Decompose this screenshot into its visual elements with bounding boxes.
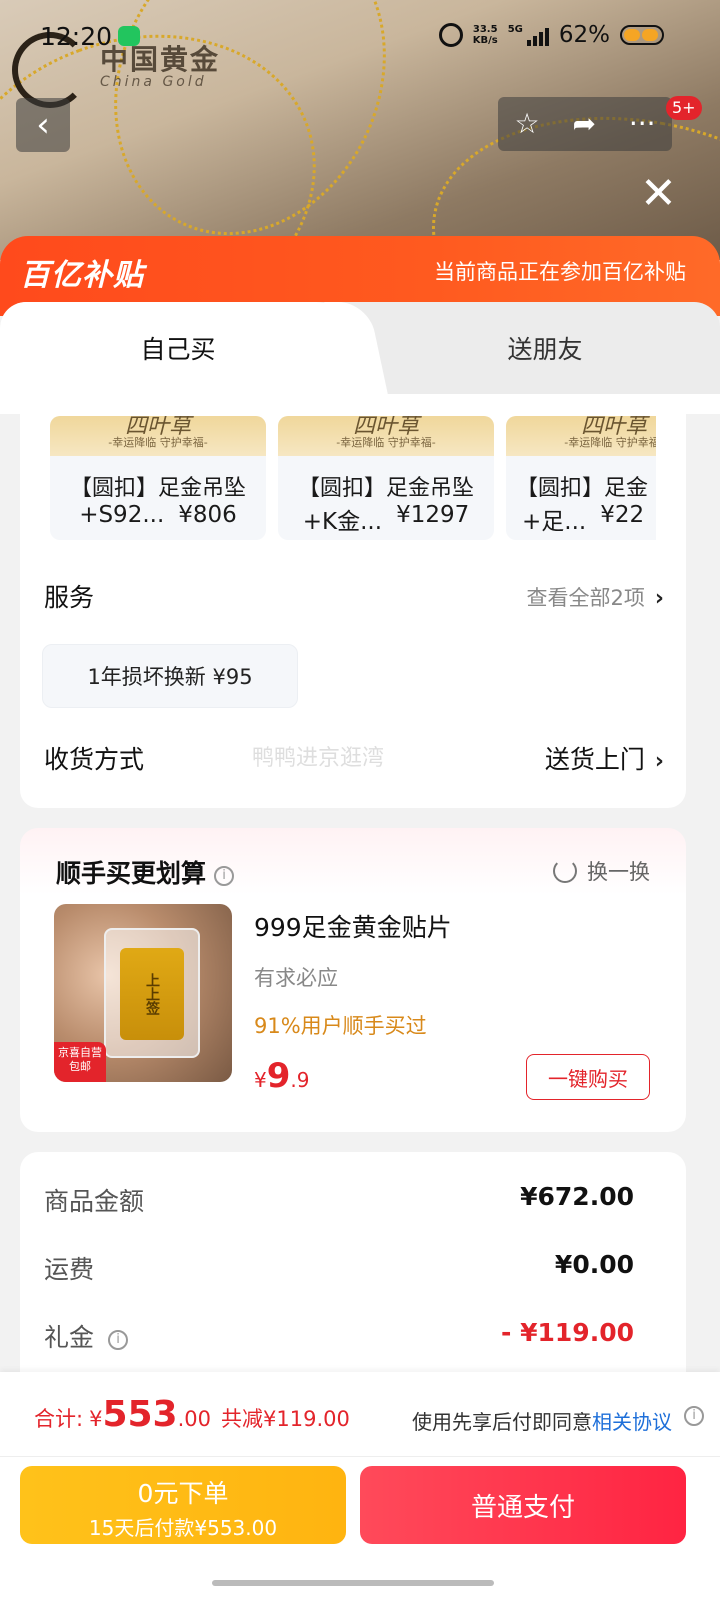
variant-desc: +K金... <box>302 509 383 535</box>
variant-list: 四叶草 -幸运降临 守护幸福- 【圆扣】足金吊坠 +S92... ¥806 四叶草… <box>50 416 656 540</box>
info-icon[interactable]: i <box>108 1330 129 1350</box>
shipping-label: 运费 <box>44 1255 95 1284</box>
agreement-text: 使用先享后付即同意相关协议 <box>412 1410 672 1434</box>
variant-price: ¥1297 <box>396 502 470 528</box>
service-option-chip[interactable]: 1年损坏换新 ¥95 <box>42 644 298 708</box>
service-view-all[interactable]: 查看全部2项 › <box>527 582 664 612</box>
variant-price: ¥22 <box>600 502 645 528</box>
gift-money-value: - ¥119.00 <box>501 1318 634 1347</box>
normal-pay-button[interactable]: 普通支付 <box>360 1466 686 1544</box>
purchase-tabs: 自己买 送朋友 <box>0 302 720 394</box>
back-button[interactable]: ‹ <box>16 98 70 152</box>
checkout-bar: 合计: ¥ 553 .00 共减¥119.00 使用先享后付即同意相关协议 i … <box>0 1372 720 1600</box>
self-operated-tag: 京喜自营 包邮 <box>54 1042 106 1082</box>
addon-title: 顺手买更划算 i <box>56 854 235 890</box>
subsidy-logo: 百亿补贴 <box>20 258 144 293</box>
refresh-icon <box>553 859 577 883</box>
gift-money-row: 礼金 i - ¥119.00 <box>44 1318 634 1358</box>
delivery-title: 收货方式 <box>44 745 145 774</box>
star-icon[interactable]: ☆ <box>514 110 539 138</box>
price-summary-card: 商品金额 ¥672.00 运费 ¥0.00 礼金 i - ¥119.00 <box>20 1152 686 1382</box>
brand-name-en: China Gold <box>100 74 207 90</box>
goods-amount-label: 商品金额 <box>44 1187 145 1216</box>
status-bar: 12:20 33.5 KB/s 5G 62% <box>0 18 720 58</box>
addon-product-name[interactable]: 999足金黄金贴片 <box>254 908 452 944</box>
one-click-buy-button[interactable]: 一键购买 <box>526 1054 650 1100</box>
goods-amount-row: 商品金额 ¥672.00 <box>44 1182 634 1222</box>
divider <box>0 1456 720 1457</box>
chevron-right-icon: › <box>654 749 664 774</box>
close-icon[interactable]: ✕ <box>640 172 677 216</box>
variant-price: ¥806 <box>178 502 237 528</box>
addon-recommend-card: 顺手买更划算 i 换一换 上上签 京喜自营 包邮 999足金黄金贴片 有求必应 9… <box>20 828 686 1132</box>
info-icon[interactable]: i <box>684 1406 704 1426</box>
swap-button[interactable]: 换一换 <box>553 856 650 886</box>
variant-thumbnail: 四叶草 -幸运降临 守护幸福- <box>278 416 494 456</box>
total-discount: 共减¥119.00 <box>221 1407 350 1431</box>
delivery-row[interactable]: 收货方式 送货上门 › <box>44 740 664 780</box>
variant-item[interactable]: 四叶草 -幸运降临 守护幸福- 【圆扣】足金 +足... ¥22 <box>506 416 656 540</box>
subsidy-text: 当前商品正在参加百亿补贴 <box>434 260 686 284</box>
battery-percent: 62% <box>558 22 610 48</box>
shipping-row: 运费 ¥0.00 <box>44 1250 634 1290</box>
message-badge: 5+ <box>666 96 702 120</box>
share-icon[interactable]: ➦ <box>572 110 595 138</box>
variant-name: 【圆扣】足金吊坠 <box>69 476 246 501</box>
variant-thumbnail: 四叶草 -幸运降临 守护幸福- <box>506 416 656 456</box>
delivery-method: 送货上门 › <box>544 745 664 774</box>
variant-item[interactable]: 四叶草 -幸运降临 守护幸福- 【圆扣】足金吊坠 +S92... ¥806 <box>50 416 266 540</box>
tab-gift-friend[interactable]: 送朋友 <box>370 302 720 394</box>
info-icon[interactable]: i <box>214 866 235 886</box>
order-options-card: 四叶草 -幸运降临 守护幸福- 【圆扣】足金吊坠 +S92... ¥806 四叶草… <box>20 394 686 808</box>
top-action-group: ☆ ➦ ··· <box>498 97 672 151</box>
signal-icon: 5G <box>508 24 549 46</box>
addon-price: ¥9.9 <box>254 1056 310 1096</box>
shipping-value: ¥0.00 <box>554 1250 634 1279</box>
order-total: 合计: ¥ 553 .00 共减¥119.00 <box>34 1394 350 1435</box>
variant-desc: +S92... <box>79 502 165 528</box>
variant-name: 【圆扣】足金吊坠 <box>297 476 474 501</box>
service-row[interactable]: 服务 查看全部2项 › <box>44 578 664 618</box>
variant-name: 【圆扣】足金 <box>516 476 649 501</box>
gift-money-label: 礼金 i <box>44 1318 129 1354</box>
service-title: 服务 <box>44 583 95 612</box>
gold-plate: 上上签 <box>120 948 184 1040</box>
more-icon[interactable]: ··· <box>629 110 656 138</box>
agreement-link[interactable]: 相关协议 <box>592 1410 672 1434</box>
battery-icon <box>620 25 664 45</box>
chevron-left-icon: ‹ <box>36 105 50 145</box>
variant-item[interactable]: 四叶草 -幸运降临 守护幸福- 【圆扣】足金吊坠 +K金... ¥1297 <box>278 416 494 540</box>
pay-later-button[interactable]: 0元下单 15天后付款¥553.00 <box>20 1466 346 1544</box>
tab-self-buy[interactable]: 自己买 <box>0 302 356 394</box>
network-speed: 33.5 KB/s <box>472 24 498 46</box>
status-time: 12:20 <box>40 22 113 51</box>
goods-amount-value: ¥672.00 <box>520 1182 634 1211</box>
variant-desc: +足... <box>522 509 587 535</box>
wechat-notification-icon <box>118 26 140 46</box>
addon-product-image[interactable]: 上上签 京喜自营 包邮 <box>54 904 232 1082</box>
alarm-icon <box>438 23 463 47</box>
chevron-right-icon: › <box>654 586 664 611</box>
home-indicator[interactable] <box>212 1580 494 1586</box>
addon-subtitle: 有求必应 <box>254 966 338 990</box>
addon-purchase-stat: 91%用户顺手买过 <box>254 1014 427 1038</box>
variant-thumbnail: 四叶草 -幸运降临 守护幸福- <box>50 416 266 456</box>
